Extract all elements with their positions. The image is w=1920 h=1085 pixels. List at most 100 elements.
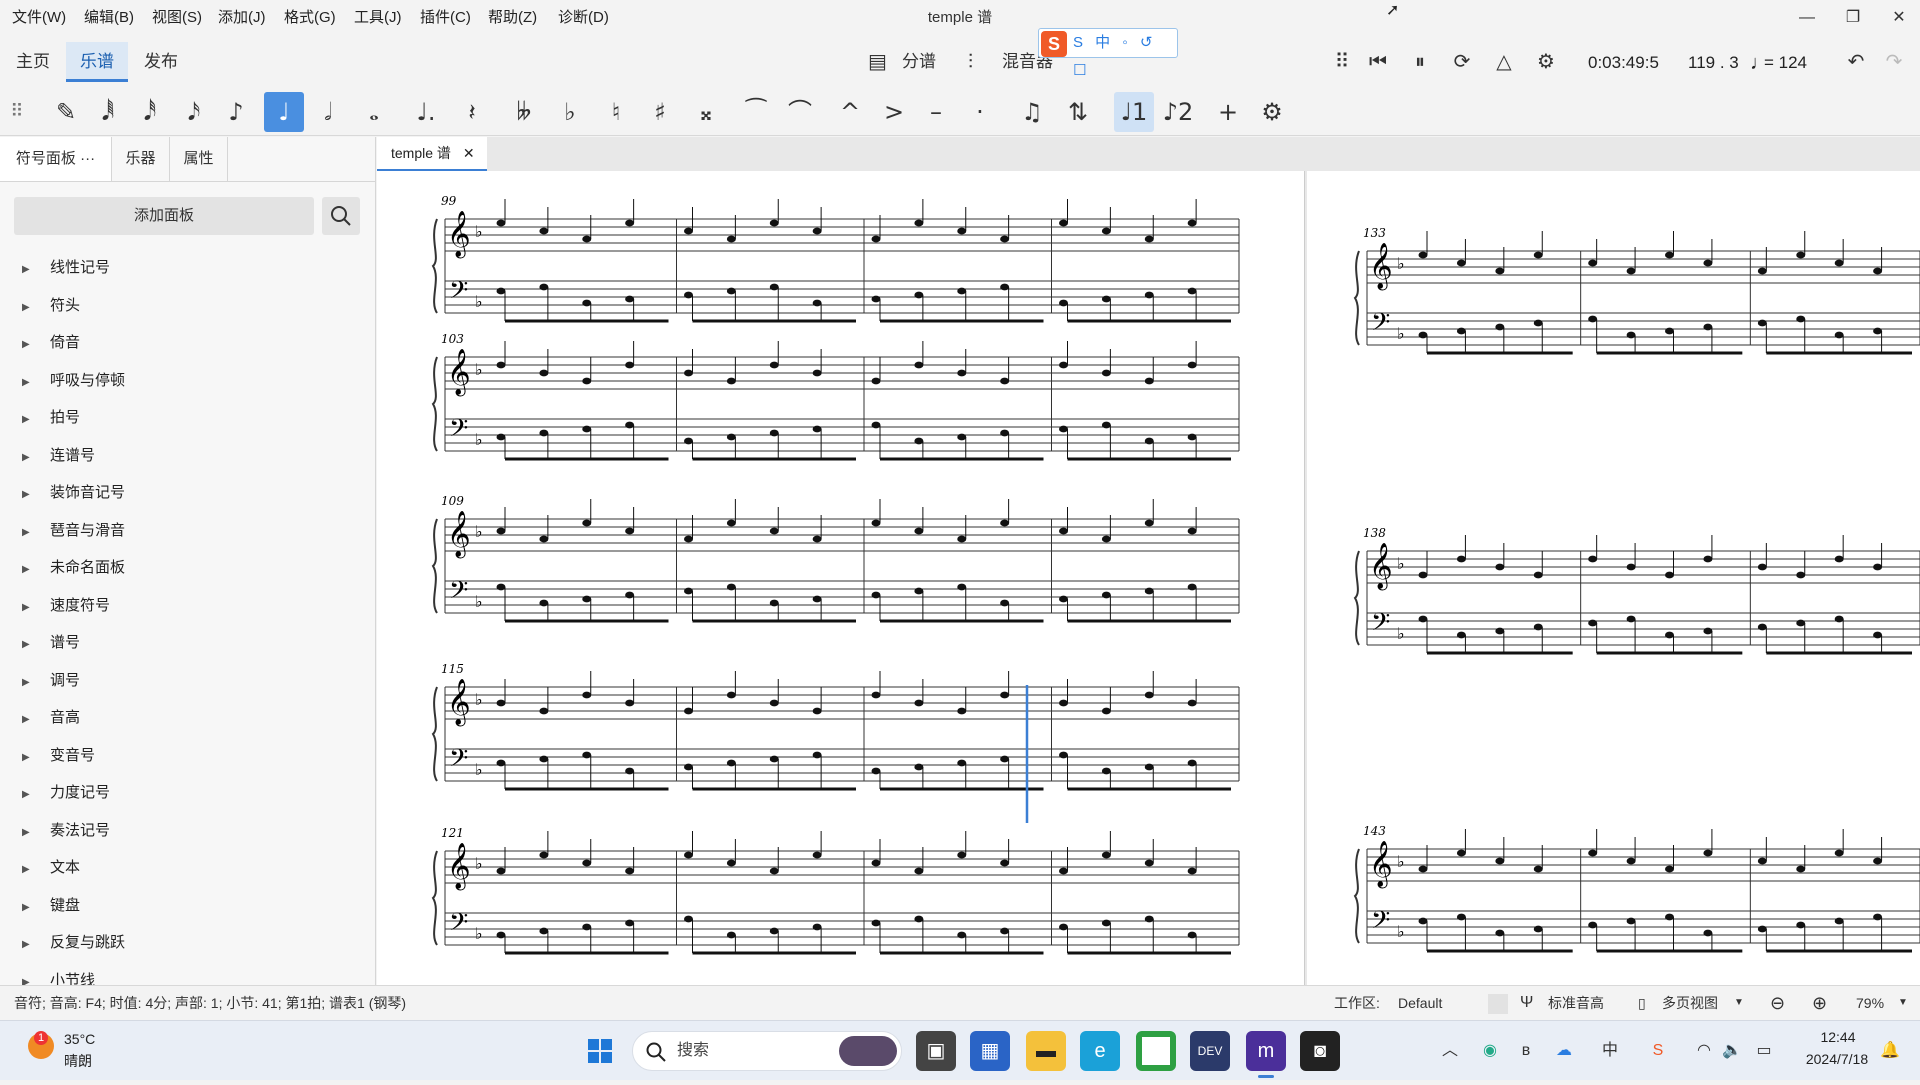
- taskbar-search[interactable]: 搜索: [632, 1031, 902, 1071]
- close-icon[interactable]: ✕: [1876, 0, 1920, 36]
- marcato-tool-icon[interactable]: ^: [830, 92, 870, 132]
- natural-tool-icon[interactable]: ♮: [596, 92, 636, 132]
- staccato-tool-icon[interactable]: ·: [960, 92, 1000, 132]
- ime-toolbar[interactable]: S S 中 ◦ ↺ ☐: [1038, 28, 1178, 79]
- menu-tools[interactable]: 工具(J): [354, 0, 402, 36]
- menu-view[interactable]: 视图(S): [152, 0, 202, 36]
- tab-score[interactable]: 乐谱: [66, 42, 128, 82]
- toolbar-handle-icon[interactable]: ⠿: [0, 92, 34, 132]
- musescore-icon[interactable]: m: [1246, 1031, 1286, 1071]
- tab-properties[interactable]: 属性: [170, 137, 228, 181]
- palette-item[interactable]: ▶ 连谱号: [22, 437, 362, 474]
- palette-item[interactable]: ▶ 拍号: [22, 399, 362, 436]
- document-tab[interactable]: temple 谱 ✕: [377, 137, 487, 171]
- playback-settings-icon[interactable]: ⚙: [1530, 46, 1562, 78]
- tab-instruments[interactable]: 乐器: [112, 137, 170, 181]
- tab-home[interactable]: 主页: [2, 42, 64, 82]
- battery-icon[interactable]: ▭: [1752, 1039, 1776, 1063]
- menu-edit[interactable]: 编辑(B): [84, 0, 134, 36]
- tray-sogou-icon[interactable]: S: [1648, 1039, 1668, 1063]
- concert-pitch-toggle[interactable]: [1488, 994, 1508, 1014]
- score-page-1[interactable]: 𝄞 𝄢 ♭ ♭ 99 𝄞 𝄢 ♭ ♭ 103 𝄞 𝄢 ♭ ♭ 109 𝄞 𝄢 ♭ ♭ 115 𝄞 𝄢 ♭ ♭ 121: [377, 171, 1305, 985]
- palette-item[interactable]: ▶ 文本: [22, 849, 362, 886]
- settings-tool-icon[interactable]: ⚙: [1252, 92, 1292, 132]
- 16th-note-tool-icon[interactable]: 𝅘𝅥𝅯: [174, 92, 214, 132]
- voice-1-tool-icon[interactable]: ♩1: [1114, 92, 1154, 132]
- 32nd-note-tool-icon[interactable]: 𝅘𝅥𝅰: [130, 92, 170, 132]
- tab-palettes[interactable]: 符号面板 ···: [0, 137, 112, 181]
- parts-button[interactable]: 分谱: [902, 46, 936, 78]
- playback-tempo[interactable]: = 124: [1764, 48, 1807, 78]
- palette-item[interactable]: ▶ 速度符号: [22, 587, 362, 624]
- voice-2-tool-icon[interactable]: ♪2: [1158, 92, 1198, 132]
- slur-tool-icon[interactable]: ⌒: [780, 92, 820, 132]
- play-pause-icon[interactable]: ⏸: [1404, 46, 1436, 78]
- file-explorer-icon[interactable]: ▬: [1026, 1031, 1066, 1071]
- palette-item[interactable]: ▶ 倚音: [22, 324, 362, 361]
- whole-note-tool-icon[interactable]: 𝅝: [354, 92, 394, 132]
- metronome-icon[interactable]: △: [1488, 46, 1520, 78]
- chrome-browser-icon[interactable]: [1136, 1031, 1176, 1071]
- palette-search-button[interactable]: [322, 197, 360, 235]
- tray-onedrive-icon[interactable]: ☁: [1554, 1039, 1574, 1063]
- rewind-icon[interactable]: ⏮: [1362, 46, 1394, 78]
- palette-item[interactable]: ▶ 调号: [22, 662, 362, 699]
- palette-item[interactable]: ▶ 线性记号: [22, 249, 362, 286]
- dev-cpp-icon[interactable]: DEV: [1190, 1031, 1230, 1071]
- notification-bell-icon[interactable]: 🔔: [1880, 1039, 1900, 1063]
- clock-time[interactable]: 12:44: [1798, 1029, 1878, 1045]
- double-flat-tool-icon[interactable]: 𝄫: [504, 92, 544, 132]
- palette-item[interactable]: ▶ 琶音与滑音: [22, 512, 362, 549]
- palette-item[interactable]: ▶ 装饰音记号: [22, 474, 362, 511]
- pencil-tool-icon[interactable]: ✎: [46, 92, 86, 132]
- palette-item[interactable]: ▶ 谱号: [22, 624, 362, 661]
- rest-tool-icon[interactable]: 𝄽: [452, 92, 492, 132]
- menu-diagnostics[interactable]: 诊断(D): [558, 0, 609, 36]
- accent-tool-icon[interactable]: >: [874, 92, 914, 132]
- edge-browser-icon[interactable]: e: [1080, 1031, 1120, 1071]
- double-sharp-tool-icon[interactable]: 𝄪: [686, 92, 726, 132]
- 64th-note-tool-icon[interactable]: 𝅘𝅥𝅱: [88, 92, 128, 132]
- weather-temp[interactable]: 35°C: [64, 1031, 95, 1047]
- tie-tool-icon[interactable]: ⁀: [736, 92, 776, 132]
- add-palette-button[interactable]: 添加面板: [14, 197, 314, 235]
- workspace-dropdown[interactable]: Default: [1398, 986, 1442, 1020]
- zoom-level[interactable]: 79%: [1856, 986, 1884, 1020]
- menu-help[interactable]: 帮助(Z): [488, 0, 537, 36]
- palette-item[interactable]: ▶ 力度记号: [22, 774, 362, 811]
- tray-overflow-icon[interactable]: ︿: [1440, 1039, 1460, 1063]
- zoom-in-icon[interactable]: ⊕: [1812, 986, 1827, 1020]
- drag-handle-icon[interactable]: ⠿: [1326, 46, 1358, 78]
- loop-icon[interactable]: ⟳: [1446, 46, 1478, 78]
- add-tool-icon[interactable]: +: [1208, 92, 1248, 132]
- wifi-icon[interactable]: ◠: [1694, 1039, 1714, 1063]
- palette-item[interactable]: ▶ 键盘: [22, 887, 362, 924]
- store-icon[interactable]: ▦: [970, 1031, 1010, 1071]
- camera-app-icon[interactable]: ◙: [1300, 1031, 1340, 1071]
- palette-item[interactable]: ▶ 变音号: [22, 737, 362, 774]
- close-tab-icon[interactable]: ✕: [463, 145, 475, 161]
- palette-item[interactable]: ▶ 未命名面板: [22, 549, 362, 586]
- palette-item[interactable]: ▶ 符头: [22, 287, 362, 324]
- half-note-tool-icon[interactable]: 𝅗𝅥: [308, 92, 348, 132]
- quarter-note-tool-icon[interactable]: ♩: [264, 92, 304, 132]
- tray-ime-icon[interactable]: 中: [1600, 1039, 1620, 1063]
- tab-publish[interactable]: 发布: [130, 42, 192, 82]
- view-mode-dropdown[interactable]: 多页视图: [1662, 986, 1718, 1020]
- sharp-tool-icon[interactable]: ♯: [640, 92, 680, 132]
- menu-format[interactable]: 格式(G): [284, 0, 336, 36]
- zoom-out-icon[interactable]: ⊖: [1770, 986, 1785, 1020]
- restore-icon[interactable]: ❐: [1830, 0, 1876, 36]
- undo-icon[interactable]: ↶: [1840, 46, 1872, 78]
- palette-item[interactable]: ▶ 奏法记号: [22, 812, 362, 849]
- flip-direction-tool-icon[interactable]: ⇅: [1058, 92, 1098, 132]
- tuplet-tool-icon[interactable]: ♫: [1012, 92, 1052, 132]
- windows-start-icon[interactable]: [580, 1031, 620, 1071]
- score-page-2[interactable]: 𝄞 𝄢 ♭ ♭ 133 𝄞 𝄢 ♭ ♭ 138 𝄞 𝄢 ♭ ♭ 143: [1307, 171, 1920, 985]
- augmentation-dot-tool-icon[interactable]: ♩.: [406, 92, 446, 132]
- flat-tool-icon[interactable]: ♭: [550, 92, 590, 132]
- zoom-chevron-icon[interactable]: ▼: [1898, 986, 1908, 1020]
- clock-date[interactable]: 2024/7/18: [1792, 1051, 1882, 1067]
- tenuto-tool-icon[interactable]: –: [916, 92, 956, 132]
- palette-item[interactable]: ▶ 音高: [22, 699, 362, 736]
